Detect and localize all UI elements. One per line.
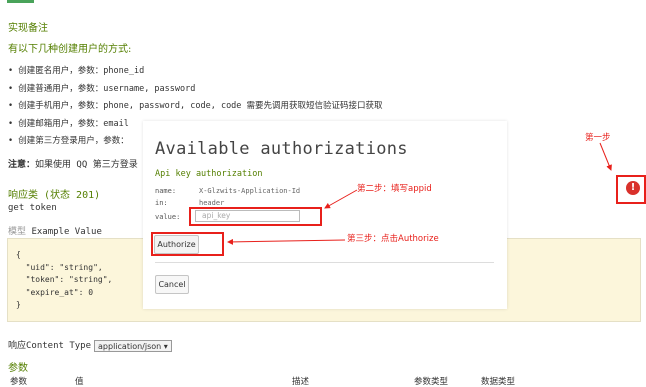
response-class-title: 响应类 (状态 201) bbox=[8, 190, 101, 201]
in-row: in: header bbox=[155, 199, 224, 207]
name-label: name: bbox=[155, 187, 177, 195]
step1-arrow bbox=[599, 142, 612, 171]
top-tab-strip bbox=[0, 0, 646, 4]
tab-example-value[interactable]: Example Value bbox=[31, 227, 101, 237]
modal-title: Available authorizations bbox=[155, 139, 408, 159]
active-tab-indicator[interactable] bbox=[7, 0, 34, 3]
step2-highlight-box bbox=[189, 207, 322, 226]
in-label: in: bbox=[155, 199, 168, 207]
list-item: 创建普通用户，参数：username, password bbox=[8, 81, 383, 99]
implementation-notes-title: 实现备注 bbox=[8, 23, 48, 34]
step1-annotation: 第一步 bbox=[585, 133, 611, 143]
creation-methods-subtitle: 有以下几种创建用户的方式: bbox=[8, 44, 132, 55]
content-type-select[interactable]: application/json ▾ bbox=[94, 339, 172, 352]
name-value: X-Glzwits-Application-Id bbox=[199, 187, 301, 195]
note-text: 如果使用 QQ 第三方登录 bbox=[35, 160, 138, 170]
list-item: 创建匿名用户，参数：phone_id bbox=[8, 63, 383, 81]
description-col-header: 描述 bbox=[292, 377, 310, 387]
model-tabs: 模型 Example Value bbox=[8, 224, 102, 237]
modal-divider bbox=[155, 262, 494, 263]
tab-model[interactable]: 模型 bbox=[8, 227, 26, 237]
name-row: name: X-Glzwits-Application-Id bbox=[155, 187, 300, 195]
in-value: header bbox=[199, 199, 225, 207]
param-type-col-header: 参数类型 bbox=[414, 377, 449, 387]
step3-annotation: 第三步：点击Authorize bbox=[347, 234, 439, 244]
cancel-button[interactable]: Cancel bbox=[155, 275, 189, 294]
param-col-header: 参数 bbox=[10, 377, 28, 387]
content-type-label: 响应Content Type bbox=[8, 341, 92, 351]
step1-highlight-box bbox=[616, 175, 646, 204]
note-label: 注意： bbox=[8, 160, 36, 170]
api-key-auth-title: Api key authorization bbox=[155, 169, 263, 179]
step2-annotation: 第二步：填写appid bbox=[357, 184, 432, 194]
parameters-title: 参数 bbox=[8, 363, 28, 374]
content-type-row: 响应Content Type application/json ▾ bbox=[8, 338, 172, 352]
data-type-col-header: 数据类型 bbox=[481, 377, 516, 387]
list-item: 创建手机用户，参数：phone, password, code, code 需要… bbox=[8, 98, 382, 116]
step3-highlight-box bbox=[151, 232, 224, 256]
response-description: get token bbox=[8, 203, 57, 213]
value-col-header: 值 bbox=[75, 377, 84, 387]
note-line: 注意：如果使用 QQ 第三方登录 bbox=[8, 157, 138, 170]
